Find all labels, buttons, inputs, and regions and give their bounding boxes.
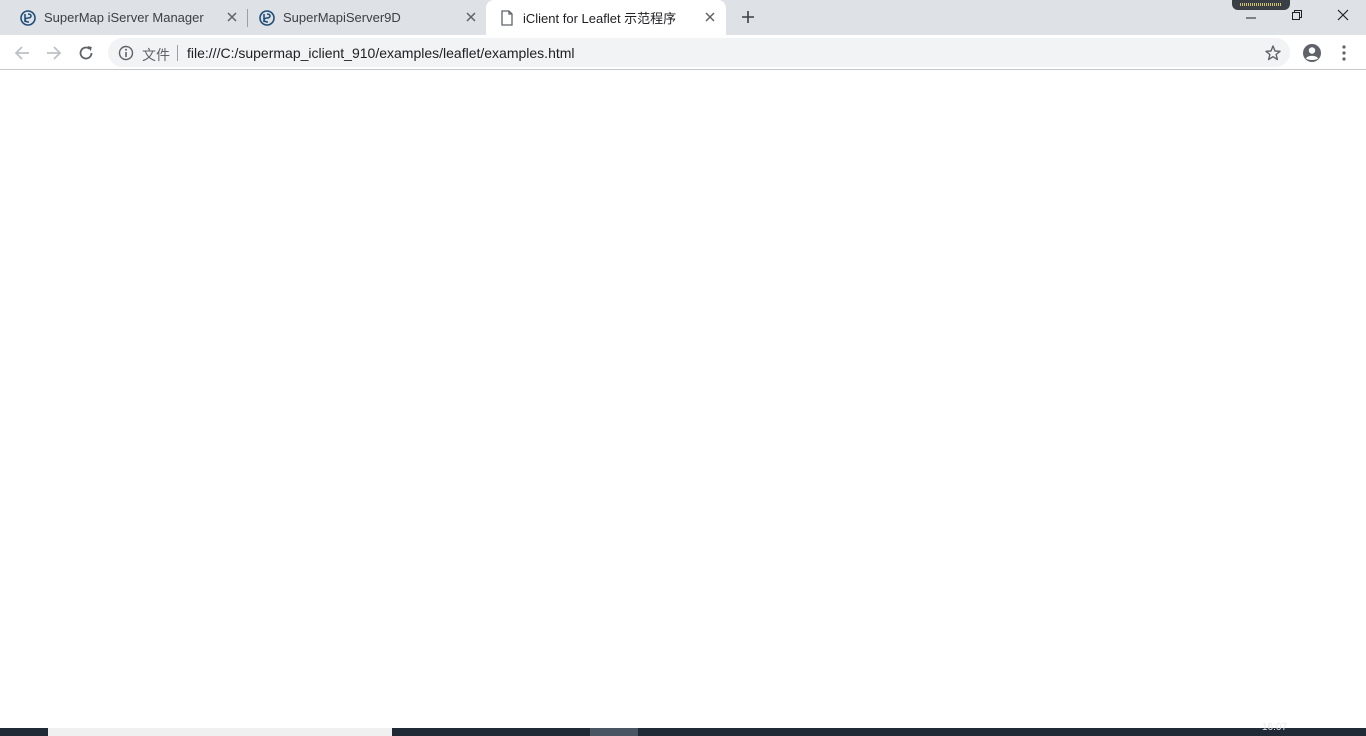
profile-button[interactable] <box>1300 41 1324 65</box>
url-text[interactable]: file:///C:/supermap_iclient_910/examples… <box>187 45 575 61</box>
browser-toolbar: 文件 file:///C:/supermap_iclient_910/examp… <box>0 35 1366 70</box>
minimize-icon <box>1246 17 1256 19</box>
taskbar-active-app[interactable] <box>590 728 638 736</box>
arrow-right-icon <box>47 46 62 60</box>
close-tab-icon[interactable] <box>463 9 479 25</box>
close-icon <box>1337 9 1349 21</box>
info-icon[interactable] <box>118 45 134 61</box>
tab-supermap-iserver-manager[interactable]: SuperMap iServer Manager <box>8 0 246 35</box>
account-icon <box>1303 44 1321 62</box>
menu-button[interactable] <box>1332 41 1356 65</box>
tab-supermapiserver9d[interactable]: SuperMapiServer9D <box>247 0 485 35</box>
security-chip[interactable]: 文件 <box>142 45 170 65</box>
close-tab-icon[interactable] <box>224 9 240 25</box>
supermap-logo-icon <box>259 9 275 26</box>
taskbar-clock[interactable]: 16:07 <box>1262 722 1287 734</box>
page-content <box>0 71 1366 728</box>
restore-icon <box>1292 10 1302 20</box>
plus-icon <box>742 11 754 23</box>
tab-iclient-for-leaflet[interactable]: iClient for Leaflet 示范程序 <box>486 0 726 35</box>
reload-button[interactable] <box>74 41 98 65</box>
restore-button[interactable] <box>1274 0 1320 30</box>
tab-strip: SuperMap iServer Manager SuperMapiServer… <box>0 0 1366 35</box>
taskbar: 16:07 <box>0 722 1366 736</box>
close-tab-icon[interactable] <box>702 9 718 25</box>
back-button[interactable] <box>10 41 34 65</box>
bookmark-star-icon[interactable] <box>1264 44 1282 62</box>
document-icon <box>499 9 515 26</box>
taskbar-search-box[interactable] <box>48 728 392 736</box>
tab-title: SuperMap iServer Manager <box>44 10 204 25</box>
arrow-left-icon <box>14 46 29 60</box>
forward-button[interactable] <box>42 41 66 65</box>
address-bar[interactable]: 文件 file:///C:/supermap_iclient_910/examp… <box>108 38 1290 67</box>
new-tab-button[interactable] <box>738 7 758 27</box>
close-window-button[interactable] <box>1320 0 1366 30</box>
reload-icon <box>79 46 93 60</box>
more-vertical-icon <box>1342 45 1346 61</box>
omnibox-divider <box>177 45 178 61</box>
minimize-button[interactable] <box>1228 0 1274 30</box>
tab-title: iClient for Leaflet 示范程序 <box>523 11 677 26</box>
tab-title: SuperMapiServer9D <box>283 10 401 25</box>
supermap-logo-icon <box>20 9 36 26</box>
